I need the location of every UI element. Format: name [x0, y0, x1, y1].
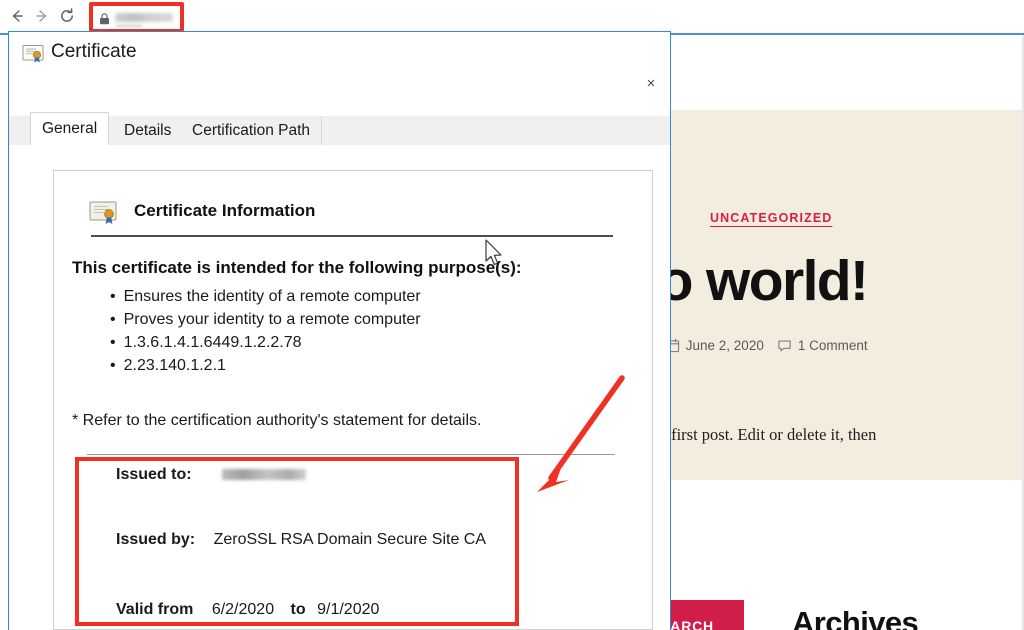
dialog-title: Certificate	[51, 41, 137, 62]
forward-button[interactable]	[29, 3, 55, 29]
post-category-link[interactable]: UNCATEGORIZED	[710, 211, 832, 225]
purpose-footnote: * Refer to the certification authority's…	[72, 412, 482, 429]
certificate-dialog: Certificate × General Details Certificat…	[8, 31, 671, 630]
post-date-label: June 2, 2020	[685, 338, 764, 353]
back-button[interactable]	[4, 3, 30, 29]
list-item: 2.23.140.1.2.1	[110, 354, 421, 377]
close-icon: ×	[646, 74, 656, 92]
close-button[interactable]: ×	[639, 71, 663, 95]
tab-certification-path[interactable]: Certification Path	[181, 116, 323, 145]
tab-general[interactable]: General	[30, 112, 110, 146]
archives-heading: Archives	[792, 605, 919, 630]
comment-icon	[777, 338, 792, 353]
mouse-pointer	[484, 239, 504, 269]
back-arrow-icon	[8, 7, 26, 25]
dialog-titlebar: Certificate	[9, 32, 670, 74]
purpose-list: Ensures the identity of a remote compute…	[110, 285, 421, 377]
purpose-heading: This certificate is intended for the fol…	[72, 258, 522, 277]
heading-divider	[91, 235, 613, 237]
issued-highlight-annotation	[75, 457, 519, 626]
tab-general-label: General	[42, 120, 98, 137]
certificate-icon	[89, 200, 118, 226]
browser-toolbar	[0, 0, 1024, 34]
forward-arrow-icon	[33, 7, 51, 25]
list-item: Ensures the identity of a remote compute…	[110, 285, 421, 308]
tab-certification-path-label: Certification Path	[192, 121, 311, 139]
reload-button[interactable]	[54, 3, 80, 29]
certificate-info-heading: Certificate Information	[134, 201, 316, 220]
red-arrow-annotation	[525, 372, 635, 497]
post-comments-label: 1 Comment	[797, 338, 868, 353]
list-item: 1.3.6.1.4.1.6449.1.2.2.78	[110, 331, 421, 354]
post-comments[interactable]: 1 Comment	[777, 338, 868, 353]
tab-details[interactable]: Details	[113, 116, 184, 145]
reload-icon	[58, 7, 76, 25]
post-date: June 2, 2020	[665, 338, 764, 353]
certificate-icon	[22, 44, 44, 64]
list-item: Proves your identity to a remote compute…	[110, 308, 421, 331]
url-highlight-annotation	[89, 2, 184, 33]
dialog-tabstrip: General Details Certification Path	[9, 112, 670, 146]
tab-details-label: Details	[124, 121, 172, 139]
